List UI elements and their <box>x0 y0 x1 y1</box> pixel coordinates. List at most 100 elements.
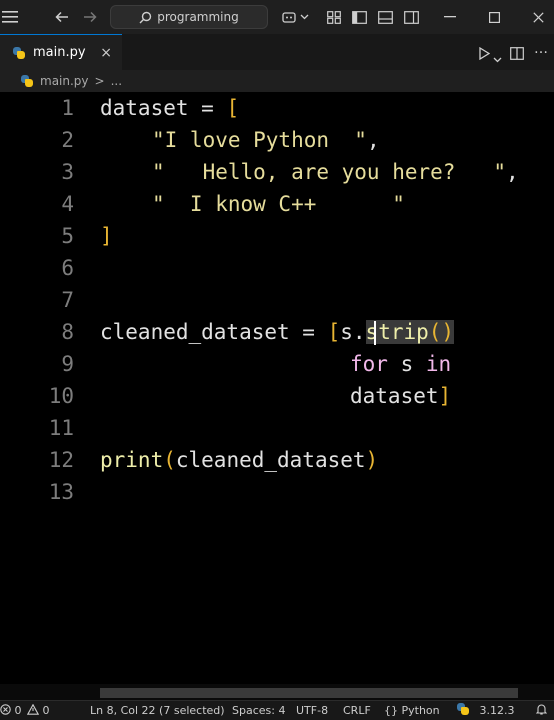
search-text: programming <box>157 10 239 24</box>
token: ] <box>438 384 452 408</box>
token: ( <box>163 448 176 472</box>
split-editor-icon[interactable] <box>510 45 524 64</box>
line-number: 3 <box>61 160 74 184</box>
run-dropdown-chevron-icon[interactable] <box>493 48 502 67</box>
line-number: 12 <box>48 448 74 472</box>
language-label: Python <box>401 704 440 717</box>
code-line: 11 <box>0 412 554 444</box>
toggle-panel-icon[interactable] <box>376 0 394 34</box>
warning-count: 0 <box>42 704 50 717</box>
line-number: 4 <box>61 192 74 216</box>
problems-indicator[interactable]: 0 0 <box>0 701 50 720</box>
token: " Hello, are you here? " <box>152 160 507 184</box>
toggle-secondary-sidebar-icon[interactable] <box>402 0 420 34</box>
layout-icon[interactable] <box>326 0 342 34</box>
braces-icon: {} <box>384 704 398 717</box>
chevron-down-icon[interactable] <box>298 0 310 34</box>
code-text: " Hello, are you here? ", <box>152 156 519 188</box>
token: cleaned_dataset <box>100 320 290 344</box>
tab-main-py[interactable]: main.py × <box>0 34 122 70</box>
code-line: 1 dataset = [ <box>0 92 554 124</box>
tab-bar: main.py × … <box>0 34 554 70</box>
minimize-icon[interactable] <box>440 0 460 34</box>
cursor-position[interactable]: Ln 8, Col 22 (7 selected) <box>90 701 225 720</box>
code-line: 4 " I know C++ " <box>0 188 554 220</box>
line-number: 5 <box>61 224 74 248</box>
code-text: dataset] <box>350 380 451 412</box>
search-icon <box>139 11 152 23</box>
code-line: 13 <box>0 476 554 508</box>
token: = <box>289 320 328 344</box>
indentation[interactable]: Spaces: 4 <box>232 701 285 720</box>
line-number: 13 <box>48 480 74 504</box>
more-actions-icon[interactable]: … <box>534 41 548 57</box>
token: dataset <box>350 384 439 408</box>
line-number: 9 <box>61 352 74 376</box>
code-text: " I know C++ " <box>152 188 405 220</box>
code-line: 8 cleaned_dataset = [s.strip() <box>0 316 554 348</box>
end-of-line[interactable]: CRLF <box>343 701 371 720</box>
breadcrumb-file[interactable]: main.py <box>40 74 89 88</box>
code-editor[interactable]: 1 dataset = [ 2 "I love Python ", 3 " He… <box>0 92 554 684</box>
title-bar: programming <box>0 0 554 34</box>
token: ] <box>100 224 113 248</box>
code-line: 10 dataset] <box>0 380 554 412</box>
python-interpreter[interactable]: 3.12.3 <box>456 701 515 720</box>
token: cleaned_dataset <box>175 448 366 472</box>
code-line: 5 ] <box>0 220 554 252</box>
line-number: 11 <box>48 416 74 440</box>
code-line: 3 " Hello, are you here? ", <box>0 156 554 188</box>
warning-icon <box>26 703 40 715</box>
breadcrumb-rest[interactable]: ... <box>111 74 122 88</box>
python-version: 3.12.3 <box>479 704 515 717</box>
status-bar: 0 0 Ln 8, Col 22 (7 selected) Spaces: 4 … <box>0 700 554 720</box>
code-text: for s in <box>350 348 451 380</box>
maximize-icon[interactable] <box>484 0 504 34</box>
breadcrumb-separator: > <box>94 74 105 88</box>
code-text: cleaned_dataset = [s.strip() <box>100 316 455 348</box>
line-number: 10 <box>48 384 74 408</box>
line-number: 2 <box>61 128 74 152</box>
arrow-right-icon[interactable] <box>80 0 100 34</box>
token: ) <box>365 448 379 472</box>
arrow-left-icon[interactable] <box>52 0 72 34</box>
tab-label: main.py <box>33 45 86 60</box>
command-center-search[interactable]: programming <box>110 5 268 29</box>
code-line: 12 print(cleaned_dataset) <box>0 444 554 476</box>
line-number: 8 <box>61 320 74 344</box>
close-window-icon[interactable] <box>528 0 548 34</box>
token: for <box>350 352 388 376</box>
notifications-bell-icon[interactable] <box>535 701 548 720</box>
token: print <box>100 448 164 472</box>
code-text: ] <box>100 220 113 252</box>
token: " I know C++ " <box>152 192 405 216</box>
python-file-icon <box>20 74 34 88</box>
run-icon[interactable] <box>479 45 491 64</box>
toggle-sidebar-icon[interactable] <box>350 0 368 34</box>
token: [ <box>226 96 240 120</box>
selected-token: () <box>428 320 455 344</box>
code-text: dataset = [ <box>100 92 239 124</box>
line-number: 7 <box>61 288 74 312</box>
close-tab-icon[interactable]: × <box>100 45 112 61</box>
line-number: 1 <box>61 96 74 120</box>
token: "I love Python " <box>152 128 367 152</box>
token: dataset <box>100 96 189 120</box>
horizontal-scrollbar[interactable] <box>100 688 518 698</box>
encoding[interactable]: UTF-8 <box>296 701 328 720</box>
token: in <box>425 352 452 376</box>
text-cursor <box>374 321 376 345</box>
copilot-icon[interactable] <box>280 0 298 34</box>
token: s <box>387 352 426 376</box>
error-count: 0 <box>14 704 22 717</box>
code-line: 7 <box>0 284 554 316</box>
menu-icon[interactable] <box>0 0 20 34</box>
token: [ <box>327 320 341 344</box>
breadcrumb: main.py > ... <box>0 70 554 92</box>
code-text: print(cleaned_dataset) <box>100 444 378 476</box>
language-mode[interactable]: {} Python <box>384 701 440 720</box>
token: , <box>506 160 519 184</box>
code-text: "I love Python ", <box>152 124 380 156</box>
code-line: 2 "I love Python ", <box>0 124 554 156</box>
code-line: 6 <box>0 252 554 284</box>
